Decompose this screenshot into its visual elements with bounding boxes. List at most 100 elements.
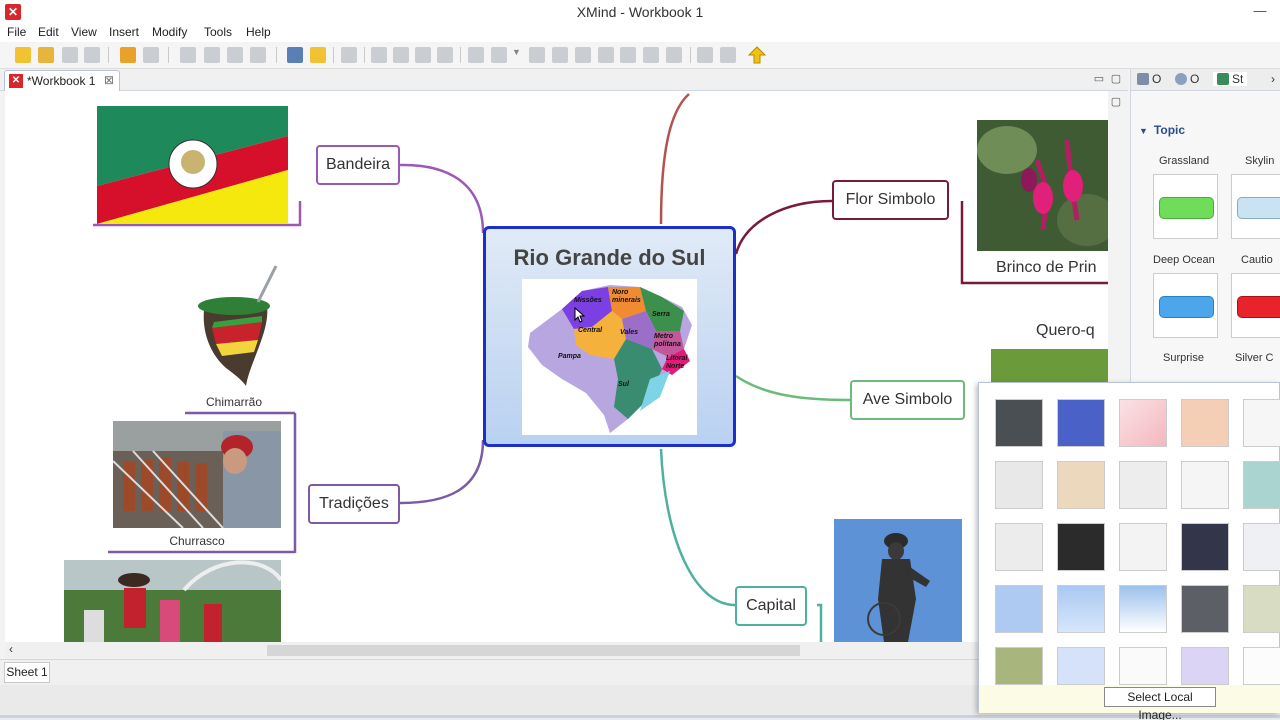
texture-swatch[interactable] [1119,399,1167,447]
topic-section-header[interactable]: ▼ Topic [1139,123,1185,137]
style-deep-ocean[interactable] [1153,273,1218,338]
panel-tab-overview[interactable]: O [1175,72,1199,86]
panel-tab-outline[interactable]: O [1137,72,1161,86]
drill-down-icon[interactable] [341,47,357,63]
texture-swatch[interactable] [1057,399,1105,447]
texture-swatch[interactable] [1181,461,1229,509]
floating-topic-icon[interactable] [437,47,453,63]
copy-icon[interactable] [204,47,220,63]
texture-swatch[interactable] [1119,647,1167,685]
new-workbook-icon[interactable] [15,47,31,63]
select-local-image-button[interactable]: Select Local Image... [1104,687,1216,720]
insert-parent-icon[interactable] [415,47,431,63]
style-label-silver: Silver C [1235,352,1274,364]
topic-bandeira[interactable]: Bandeira [316,145,400,185]
texture-swatch[interactable] [1119,523,1167,571]
label-icon[interactable] [620,47,636,63]
sheet-tab-1[interactable]: Sheet 1 [4,662,50,683]
brinco-de-princesa-image[interactable] [977,120,1108,251]
marker-icon[interactable] [643,47,659,63]
texture-swatch[interactable] [1181,523,1229,571]
panel-more-icon[interactable]: › [1271,72,1275,86]
texture-swatch[interactable] [995,461,1043,509]
laçador-statue-image[interactable] [834,519,962,642]
menu-modify[interactable]: Modify [152,25,187,39]
go-up-arrow-icon[interactable] [747,45,767,65]
hyperlink-icon[interactable] [575,47,591,63]
map-label-central: Central [578,327,603,334]
topic-ave-simbolo[interactable]: Ave Simbolo [850,380,965,420]
open-icon[interactable] [38,47,54,63]
map-label-missoes: Missões [574,297,602,304]
workbook-tab[interactable]: ✕ *Workbook 1 ⊠ [4,70,120,91]
style-grassland[interactable] [1153,174,1218,239]
minimize-editor-icon[interactable]: ▭ [1092,72,1106,86]
move-down-icon[interactable] [697,47,713,63]
texture-swatch[interactable] [1057,647,1105,685]
menu-help[interactable]: Help [246,25,271,39]
maximize-editor-icon[interactable]: ▢ [1109,72,1123,86]
relationship-icon[interactable] [468,47,484,63]
central-topic[interactable]: Rio Grande do Sul Missões Noro minerais … [483,226,736,447]
move-up-icon[interactable] [720,47,736,63]
dance-image[interactable] [64,560,281,642]
mindmap-canvas[interactable]: Rio Grande do Sul Missões Noro minerais … [5,91,1108,642]
menu-view[interactable]: View [71,25,97,39]
notes-icon[interactable] [552,47,568,63]
image-icon[interactable] [491,47,507,63]
restore-canvas-icon[interactable]: ▢ [1109,95,1123,109]
texture-swatch[interactable] [1243,399,1280,447]
flag-image[interactable] [97,106,288,224]
style-label-deep-ocean: Deep Ocean [1153,254,1215,266]
undo-icon[interactable] [120,47,136,63]
texture-swatch[interactable] [995,399,1043,447]
texture-swatch[interactable] [995,647,1043,685]
style-caution[interactable] [1231,273,1280,338]
quero-quero-image[interactable] [991,349,1108,384]
scroll-left-arrow-icon[interactable]: ‹ [9,642,13,656]
menu-tools[interactable]: Tools [204,25,232,39]
horizontal-scrollbar[interactable]: ‹ [5,642,1108,659]
texture-swatch[interactable] [1057,523,1105,571]
lightbulb-icon[interactable] [310,47,326,63]
minimize-button[interactable]: — [1240,0,1280,24]
texture-swatch[interactable] [1057,461,1105,509]
topic-tradicoes[interactable]: Tradições [308,484,400,524]
texture-swatch[interactable] [995,523,1043,571]
close-tab-icon[interactable]: ⊠ [104,73,114,87]
boundary-icon[interactable] [529,47,545,63]
texture-swatch[interactable] [1243,461,1280,509]
redo-icon[interactable] [143,47,159,63]
style-skyline[interactable] [1231,174,1280,239]
churrasco-image[interactable] [113,421,281,528]
texture-swatch[interactable] [995,585,1043,633]
menu-file[interactable]: File [7,25,26,39]
menu-edit[interactable]: Edit [38,25,59,39]
texture-swatch[interactable] [1119,461,1167,509]
chimarrao-image[interactable] [188,262,280,388]
insert-subtopic-icon[interactable] [393,47,409,63]
topic-flor-simbolo[interactable]: Flor Simbolo [832,180,949,220]
print-icon[interactable] [84,47,100,63]
delete-icon[interactable] [250,47,266,63]
texture-swatch[interactable] [1181,399,1229,447]
texture-swatch[interactable] [1057,585,1105,633]
texture-swatch[interactable] [1181,585,1229,633]
attachment-icon[interactable] [598,47,614,63]
summary-icon[interactable] [666,47,682,63]
save-icon[interactable] [62,47,78,63]
menu-insert[interactable]: Insert [109,25,139,39]
paste-icon[interactable] [227,47,243,63]
topic-capital[interactable]: Capital [735,586,807,626]
panel-tab-styles[interactable]: St [1213,72,1248,86]
scrollbar-thumb[interactable] [267,645,800,656]
texture-swatch[interactable] [1243,523,1280,571]
texture-swatch[interactable] [1119,585,1167,633]
texture-swatch[interactable] [1243,647,1280,685]
image-dropdown-icon[interactable]: ▼ [512,47,521,63]
outline-icon[interactable] [287,47,303,63]
insert-topic-icon[interactable] [371,47,387,63]
texture-swatch[interactable] [1181,647,1229,685]
texture-swatch[interactable] [1243,585,1280,633]
cut-icon[interactable] [180,47,196,63]
